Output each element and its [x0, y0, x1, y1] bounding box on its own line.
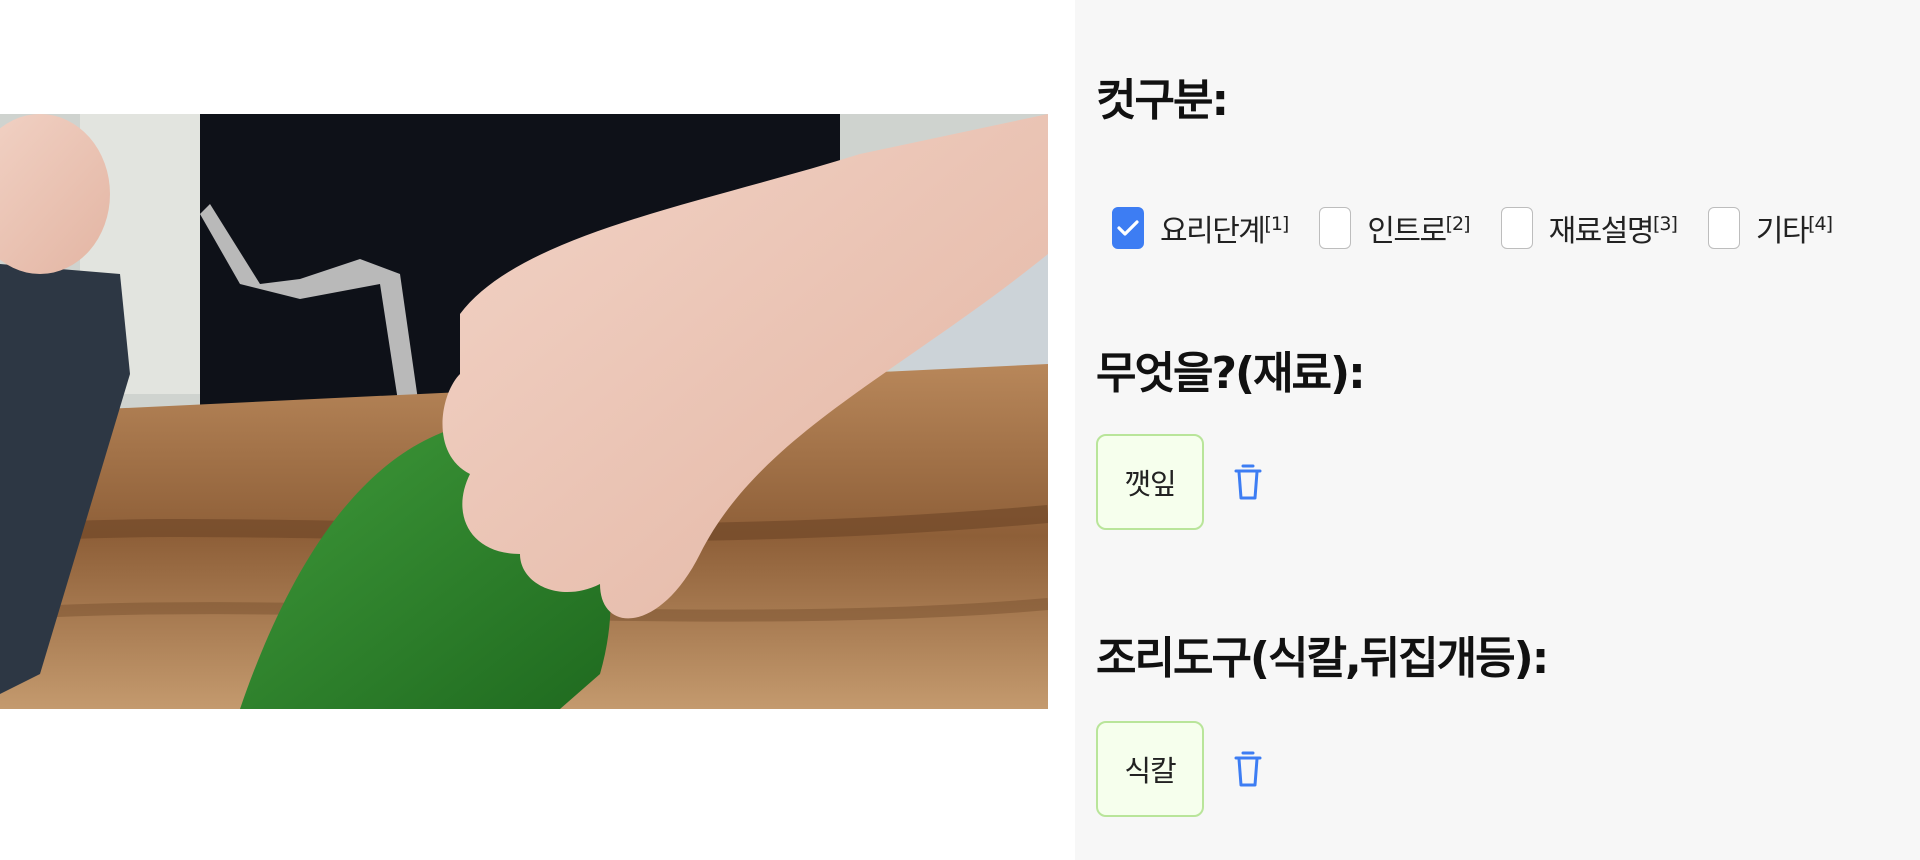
intro-label: 인트로[2]	[1367, 213, 1470, 249]
tool-chip[interactable]: 식칼	[1096, 721, 1204, 817]
delete-ingredient-trash-icon	[1234, 464, 1262, 500]
cut-type-option-cooking-step[interactable]: 요리단계[1]	[1112, 206, 1289, 250]
ingredients-list: 깻잎	[1096, 434, 1268, 530]
ingredient-chip[interactable]: 깻잎	[1096, 434, 1204, 530]
other-label: 기타[4]	[1755, 213, 1833, 249]
video-frame[interactable]	[0, 114, 1048, 709]
tools-title: 조리도구(식칼,뒤집개등):	[1096, 633, 1549, 684]
video-frame-image	[0, 114, 1048, 709]
ingredient-desc-checkbox[interactable]	[1500, 207, 1533, 249]
ingredients-title: 무엇을?(재료):	[1096, 348, 1366, 399]
cut-type-options: 요리단계[1] 인트로[2] 재료설명[3] 기타[4]	[1112, 205, 1863, 251]
cooking-step-checkbox[interactable]	[1112, 207, 1144, 249]
app-root: 컷구분: 요리단계[1] 인트로[2] 재료설명[3] 기타[4] 무엇을?(재…	[0, 0, 1920, 860]
video-area	[0, 0, 1075, 860]
ingredient-desc-label: 재료설명[3]	[1548, 213, 1678, 249]
delete-tool-trash-icon	[1234, 751, 1262, 787]
intro-checkbox[interactable]	[1319, 207, 1352, 249]
cut-type-title: 컷구분:	[1096, 75, 1229, 126]
cut-type-option-ingredient-desc[interactable]: 재료설명[3]	[1500, 206, 1678, 250]
tools-list: 식칼	[1096, 721, 1268, 817]
cooking-step-label: 요리단계[1]	[1160, 213, 1289, 249]
check-icon	[1117, 220, 1139, 236]
trash-icon[interactable]	[1228, 457, 1268, 507]
other-checkbox[interactable]	[1707, 207, 1740, 249]
cut-type-option-intro[interactable]: 인트로[2]	[1319, 206, 1471, 250]
annotation-panel: 컷구분: 요리단계[1] 인트로[2] 재료설명[3] 기타[4] 무엇을?(재…	[1075, 0, 1920, 860]
trash-icon[interactable]	[1228, 744, 1268, 794]
cut-type-option-other[interactable]: 기타[4]	[1707, 206, 1833, 250]
